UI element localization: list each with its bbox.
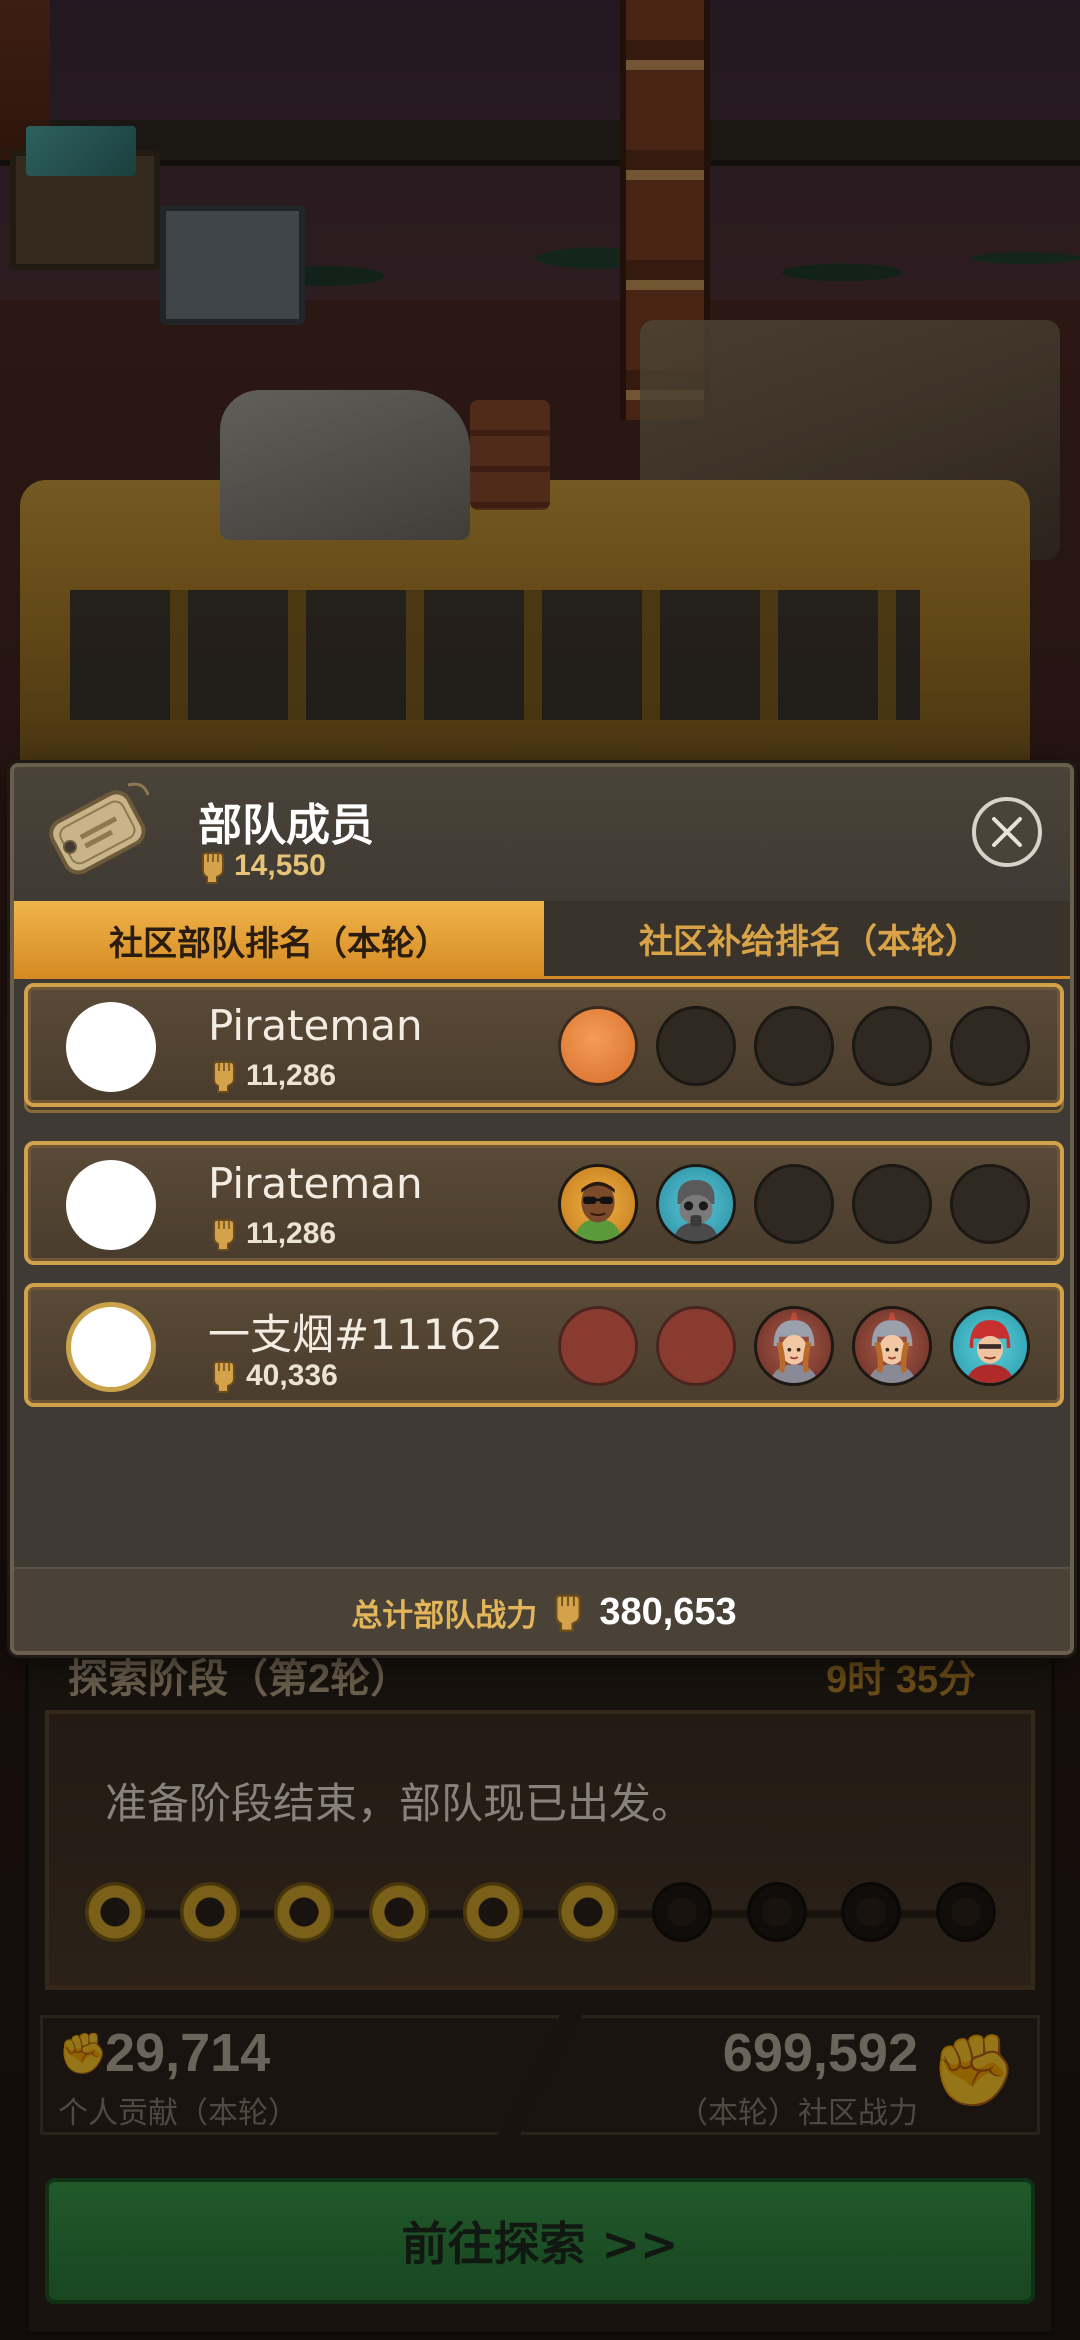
- member-row[interactable]: Pirateman 11,286: [24, 1141, 1064, 1265]
- modal-title: 部队成员: [198, 800, 374, 851]
- hero-slots: [558, 1164, 1048, 1246]
- hero-knight-girl-icon: [867, 1312, 917, 1383]
- hero-knight-girl-icon: [769, 1312, 819, 1383]
- hero-red-helmet-icon: [965, 1320, 1015, 1383]
- ranking-tabs: 社区部队排名（本轮） 社区补给排名（本轮）: [14, 901, 1070, 979]
- modal-footer: 总计部队战力 380,653: [14, 1567, 1070, 1651]
- tab-supply-ranking[interactable]: 社区补给排名（本轮）: [544, 901, 1070, 979]
- hero-slot-empty[interactable]: [852, 1164, 932, 1244]
- avatar: [66, 1302, 156, 1392]
- hero-sunglasses-icon: [573, 1181, 623, 1241]
- hero-gasmask-icon: [673, 1179, 719, 1241]
- troop-members-modal: 部队成员 14,550 社区部队排名（本轮） 社区补给排名（本轮） Pirate…: [10, 763, 1074, 1655]
- hero-slot-filled[interactable]: [558, 1006, 638, 1086]
- hero-slot-empty[interactable]: [852, 1006, 932, 1086]
- hero-portrait-gasmask[interactable]: [656, 1164, 736, 1244]
- hero-portrait-sunglasses[interactable]: [558, 1164, 638, 1244]
- tab-troop-ranking[interactable]: 社区部队排名（本轮）: [14, 901, 544, 979]
- member-power: 40,336: [246, 1359, 338, 1392]
- hero-portrait-red-helmet[interactable]: [950, 1306, 1030, 1386]
- total-power-value: 380,653: [599, 1590, 737, 1633]
- hero-slot-filled[interactable]: [656, 1306, 736, 1386]
- modal-power-value: 14,550: [234, 849, 326, 882]
- fist-icon: [213, 1361, 235, 1393]
- fist-icon: [213, 1219, 235, 1251]
- hero-slots: [558, 1306, 1048, 1388]
- modal-header: 部队成员 14,550: [14, 767, 1070, 897]
- hero-slot-empty[interactable]: [754, 1164, 834, 1244]
- hero-slot-empty[interactable]: [656, 1006, 736, 1086]
- hero-slot-empty[interactable]: [950, 1164, 1030, 1244]
- hero-slot-empty[interactable]: [754, 1006, 834, 1086]
- total-power-label: 总计部队战力: [351, 1597, 538, 1634]
- member-power: 11,286: [246, 1059, 337, 1092]
- member-name: Pirateman: [208, 1159, 423, 1208]
- fist-icon: [213, 1061, 235, 1093]
- fist-icon: [555, 1594, 582, 1632]
- dogtag-icon: [49, 782, 150, 875]
- member-name: Pirateman: [208, 1001, 423, 1050]
- hero-portrait-knight-girl[interactable]: [852, 1306, 932, 1386]
- avatar: [66, 1002, 156, 1092]
- hero-portrait-knight-girl[interactable]: [754, 1306, 834, 1386]
- hero-slots: [558, 1006, 1048, 1088]
- hero-slot-filled[interactable]: [558, 1306, 638, 1386]
- hero-slot-empty[interactable]: [950, 1006, 1030, 1086]
- close-icon: [992, 817, 1022, 847]
- avatar: [66, 1160, 156, 1250]
- close-button[interactable]: [972, 797, 1042, 867]
- member-row[interactable]: 一支烟#11162 40,336: [24, 1283, 1064, 1407]
- member-row[interactable]: Pirateman 11,286: [24, 983, 1064, 1107]
- member-name: 一支烟#11162: [208, 1310, 503, 1359]
- member-power: 11,286: [246, 1217, 337, 1250]
- fist-icon: [202, 852, 224, 884]
